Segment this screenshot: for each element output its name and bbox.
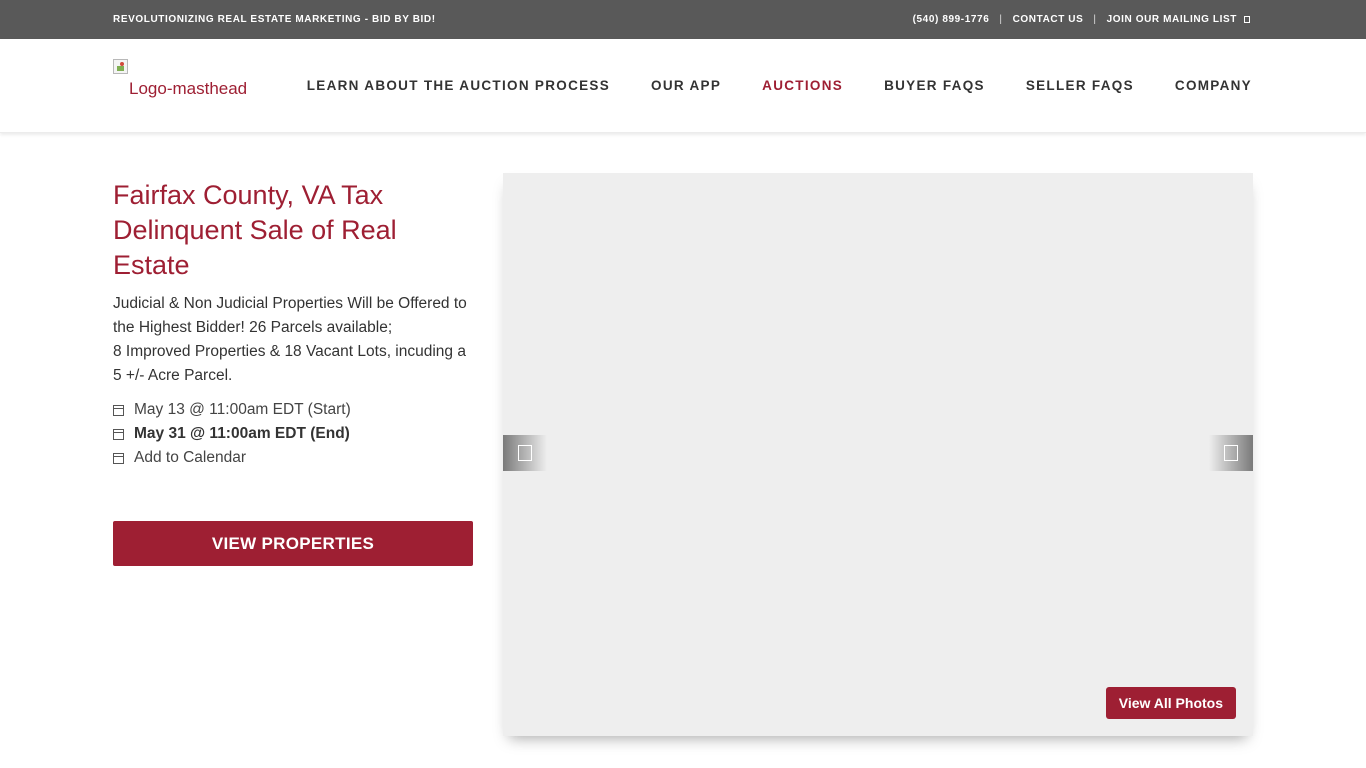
nav-buyer-faqs[interactable]: BUYER FAQS (884, 78, 985, 93)
chevron-right-icon (1224, 445, 1238, 461)
envelope-icon (1244, 15, 1250, 23)
auction-dates: May 13 @ 11:00am EDT (Start) May 31 @ 11… (113, 398, 351, 470)
add-to-calendar-row[interactable]: Add to Calendar (113, 446, 351, 470)
gallery-next-button[interactable] (1209, 435, 1253, 471)
nav-seller-faqs[interactable]: SELLER FAQS (1026, 78, 1134, 93)
chevron-left-icon (518, 445, 532, 461)
nav-company[interactable]: COMPANY (1175, 78, 1252, 93)
description-line-1: Judicial & Non Judicial Properties Will … (113, 295, 467, 336)
view-all-photos-button[interactable]: View All Photos (1105, 687, 1236, 719)
logo[interactable]: Logo-masthead (113, 59, 263, 99)
view-properties-button[interactable]: VIEW PROPERTIES (113, 521, 473, 566)
top-bar: REVOLUTIONIZING REAL ESTATE MARKETING - … (0, 0, 1366, 39)
calendar-icon (113, 428, 124, 440)
phone-link[interactable]: (540) 899-1776 (913, 14, 990, 25)
calendar-icon (113, 404, 124, 416)
contact-us-link[interactable]: CONTACT US (1013, 14, 1084, 25)
auction-description: Judicial & Non Judicial Properties Will … (113, 292, 478, 388)
auction-title: Fairfax County, VA Tax Delinquent Sale o… (113, 180, 397, 280)
broken-image-icon (113, 59, 128, 74)
top-links: (540) 899-1776 | CONTACT US | JOIN OUR M… (913, 14, 1250, 25)
calendar-plus-icon (113, 452, 124, 464)
gallery-prev-button[interactable] (503, 435, 547, 471)
start-date-row: May 13 @ 11:00am EDT (Start) (113, 398, 351, 422)
mailing-list-label: JOIN OUR MAILING LIST (1106, 14, 1237, 25)
tagline: REVOLUTIONIZING REAL ESTATE MARKETING - … (113, 14, 436, 25)
main-nav: LEARN ABOUT THE AUCTION PROCESS OUR APP … (266, 78, 1252, 93)
separator: | (1093, 14, 1097, 25)
separator: | (999, 14, 1003, 25)
photo-gallery: View All Photos (503, 173, 1253, 736)
site-header: Logo-masthead LEARN ABOUT THE AUCTION PR… (0, 39, 1366, 133)
description-line-2: 8 Improved Properties & 18 Vacant Lots, … (113, 343, 466, 384)
add-to-calendar-link[interactable]: Add to Calendar (134, 446, 246, 470)
logo-alt-text: Logo-masthead (129, 79, 248, 98)
start-date: May 13 @ 11:00am EDT (Start) (134, 401, 351, 418)
end-date: May 31 @ 11:00am EDT (End) (134, 425, 350, 442)
end-date-row: May 31 @ 11:00am EDT (End) (113, 422, 351, 446)
nav-learn-auction-process[interactable]: LEARN ABOUT THE AUCTION PROCESS (307, 78, 610, 93)
nav-auctions[interactable]: AUCTIONS (762, 78, 843, 93)
mailing-list-link[interactable]: JOIN OUR MAILING LIST (1107, 14, 1250, 25)
nav-our-app[interactable]: OUR APP (651, 78, 721, 93)
